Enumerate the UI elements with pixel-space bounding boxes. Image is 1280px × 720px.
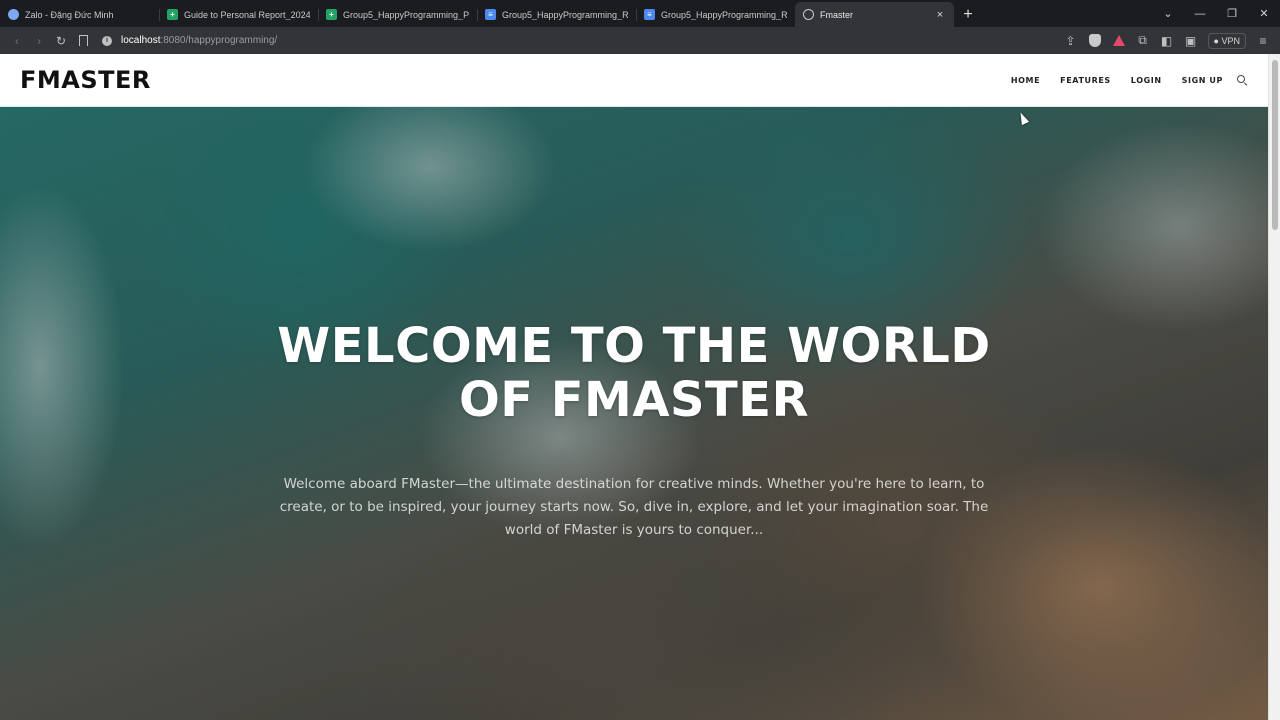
hero-description: Welcome aboard FMaster—the ultimate dest… bbox=[279, 476, 989, 538]
nav-home[interactable]: HOME bbox=[1001, 76, 1050, 85]
site-logo[interactable]: FMASTER bbox=[20, 66, 151, 94]
search-icon[interactable] bbox=[1237, 74, 1248, 86]
close-tab-icon[interactable]: × bbox=[934, 9, 946, 21]
site-info-icon[interactable]: i bbox=[102, 35, 112, 46]
extensions-icon[interactable]: ⧉ bbox=[1132, 30, 1154, 52]
close-window-icon[interactable]: ✕ bbox=[1248, 7, 1280, 20]
tab-guide-report[interactable]: + Guide to Personal Report_2024.xlsx bbox=[159, 2, 318, 27]
browser-toolbar: ‹ › ↻ i localhost :8080/happyprogramming… bbox=[0, 27, 1280, 54]
page-viewport: FMASTER HOME FEATURES LOGIN SIGN UP WELC… bbox=[0, 54, 1280, 720]
tab-group5-rds-2[interactable]: ≡ Group5_HappyProgramming_RDS D bbox=[636, 2, 795, 27]
tab-title: Group5_HappyProgramming_RDS D bbox=[661, 9, 787, 20]
nav-login[interactable]: LOGIN bbox=[1121, 76, 1172, 85]
docs-icon: ≡ bbox=[485, 9, 496, 20]
sidebar-icon[interactable]: ◧ bbox=[1156, 30, 1178, 52]
tab-title: Guide to Personal Report_2024.xlsx bbox=[184, 9, 310, 20]
wallet-icon[interactable]: ▣ bbox=[1180, 30, 1202, 52]
minimize-icon[interactable]: — bbox=[1184, 8, 1216, 20]
vpn-label: VPN bbox=[1221, 35, 1240, 46]
brave-rewards-icon[interactable] bbox=[1108, 30, 1130, 52]
hero-section: WELCOME TO THE WORLD OF FMASTER Welcome … bbox=[0, 107, 1268, 720]
site-header: FMASTER HOME FEATURES LOGIN SIGN UP bbox=[0, 54, 1268, 107]
tab-group5-rds-1[interactable]: ≡ Group5_HappyProgramming_RDS D bbox=[477, 2, 636, 27]
hero-content: WELCOME TO THE WORLD OF FMASTER Welcome … bbox=[0, 319, 1268, 542]
tab-title: Zalo - Đặng Đức Minh bbox=[25, 9, 114, 20]
tab-title: Fmaster bbox=[820, 9, 854, 20]
window-controls: ⌄ — ❐ ✕ bbox=[1152, 0, 1280, 27]
page-scrollbar[interactable] bbox=[1268, 54, 1280, 720]
url-path: :8080/happyprogramming/ bbox=[160, 35, 278, 46]
tab-search-chevron-icon[interactable]: ⌄ bbox=[1152, 7, 1184, 20]
hero-title: WELCOME TO THE WORLD OF FMASTER bbox=[277, 318, 991, 428]
globe-icon bbox=[803, 9, 814, 20]
scrollbar-thumb[interactable] bbox=[1272, 60, 1278, 230]
address-bar[interactable]: i localhost :8080/happyprogramming/ bbox=[102, 31, 1060, 51]
bookmark-icon[interactable] bbox=[72, 30, 94, 52]
url-host: localhost bbox=[121, 35, 161, 46]
menu-icon[interactable]: ≡ bbox=[1252, 30, 1274, 52]
docs-icon: ≡ bbox=[644, 9, 655, 20]
tab-title: Group5_HappyProgramming_Project bbox=[343, 9, 469, 20]
nav-signup[interactable]: SIGN UP bbox=[1172, 76, 1233, 85]
nav-features[interactable]: FEATURES bbox=[1050, 76, 1121, 85]
tab-zalo[interactable]: Zalo - Đặng Đức Minh bbox=[0, 2, 159, 27]
sheets-icon: + bbox=[167, 9, 178, 20]
forward-icon[interactable]: › bbox=[28, 30, 50, 52]
share-icon[interactable]: ⇪ bbox=[1060, 30, 1082, 52]
sheets-icon: + bbox=[326, 9, 337, 20]
restore-icon[interactable]: ❐ bbox=[1216, 7, 1248, 20]
main-nav: HOME FEATURES LOGIN SIGN UP bbox=[1001, 74, 1248, 86]
browser-tab-strip: Zalo - Đặng Đức Minh + Guide to Personal… bbox=[0, 0, 1280, 27]
tab-group5-project[interactable]: + Group5_HappyProgramming_Project bbox=[318, 2, 477, 27]
brave-shield-icon[interactable] bbox=[1084, 30, 1106, 52]
new-tab-button[interactable]: + bbox=[954, 2, 982, 27]
back-icon[interactable]: ‹ bbox=[6, 30, 28, 52]
reload-icon[interactable]: ↻ bbox=[50, 30, 72, 52]
tab-title: Group5_HappyProgramming_RDS D bbox=[502, 9, 628, 20]
zalo-icon bbox=[8, 9, 19, 20]
tab-fmaster[interactable]: Fmaster × bbox=[795, 2, 954, 27]
vpn-button[interactable]: ● VPN bbox=[1207, 32, 1246, 49]
